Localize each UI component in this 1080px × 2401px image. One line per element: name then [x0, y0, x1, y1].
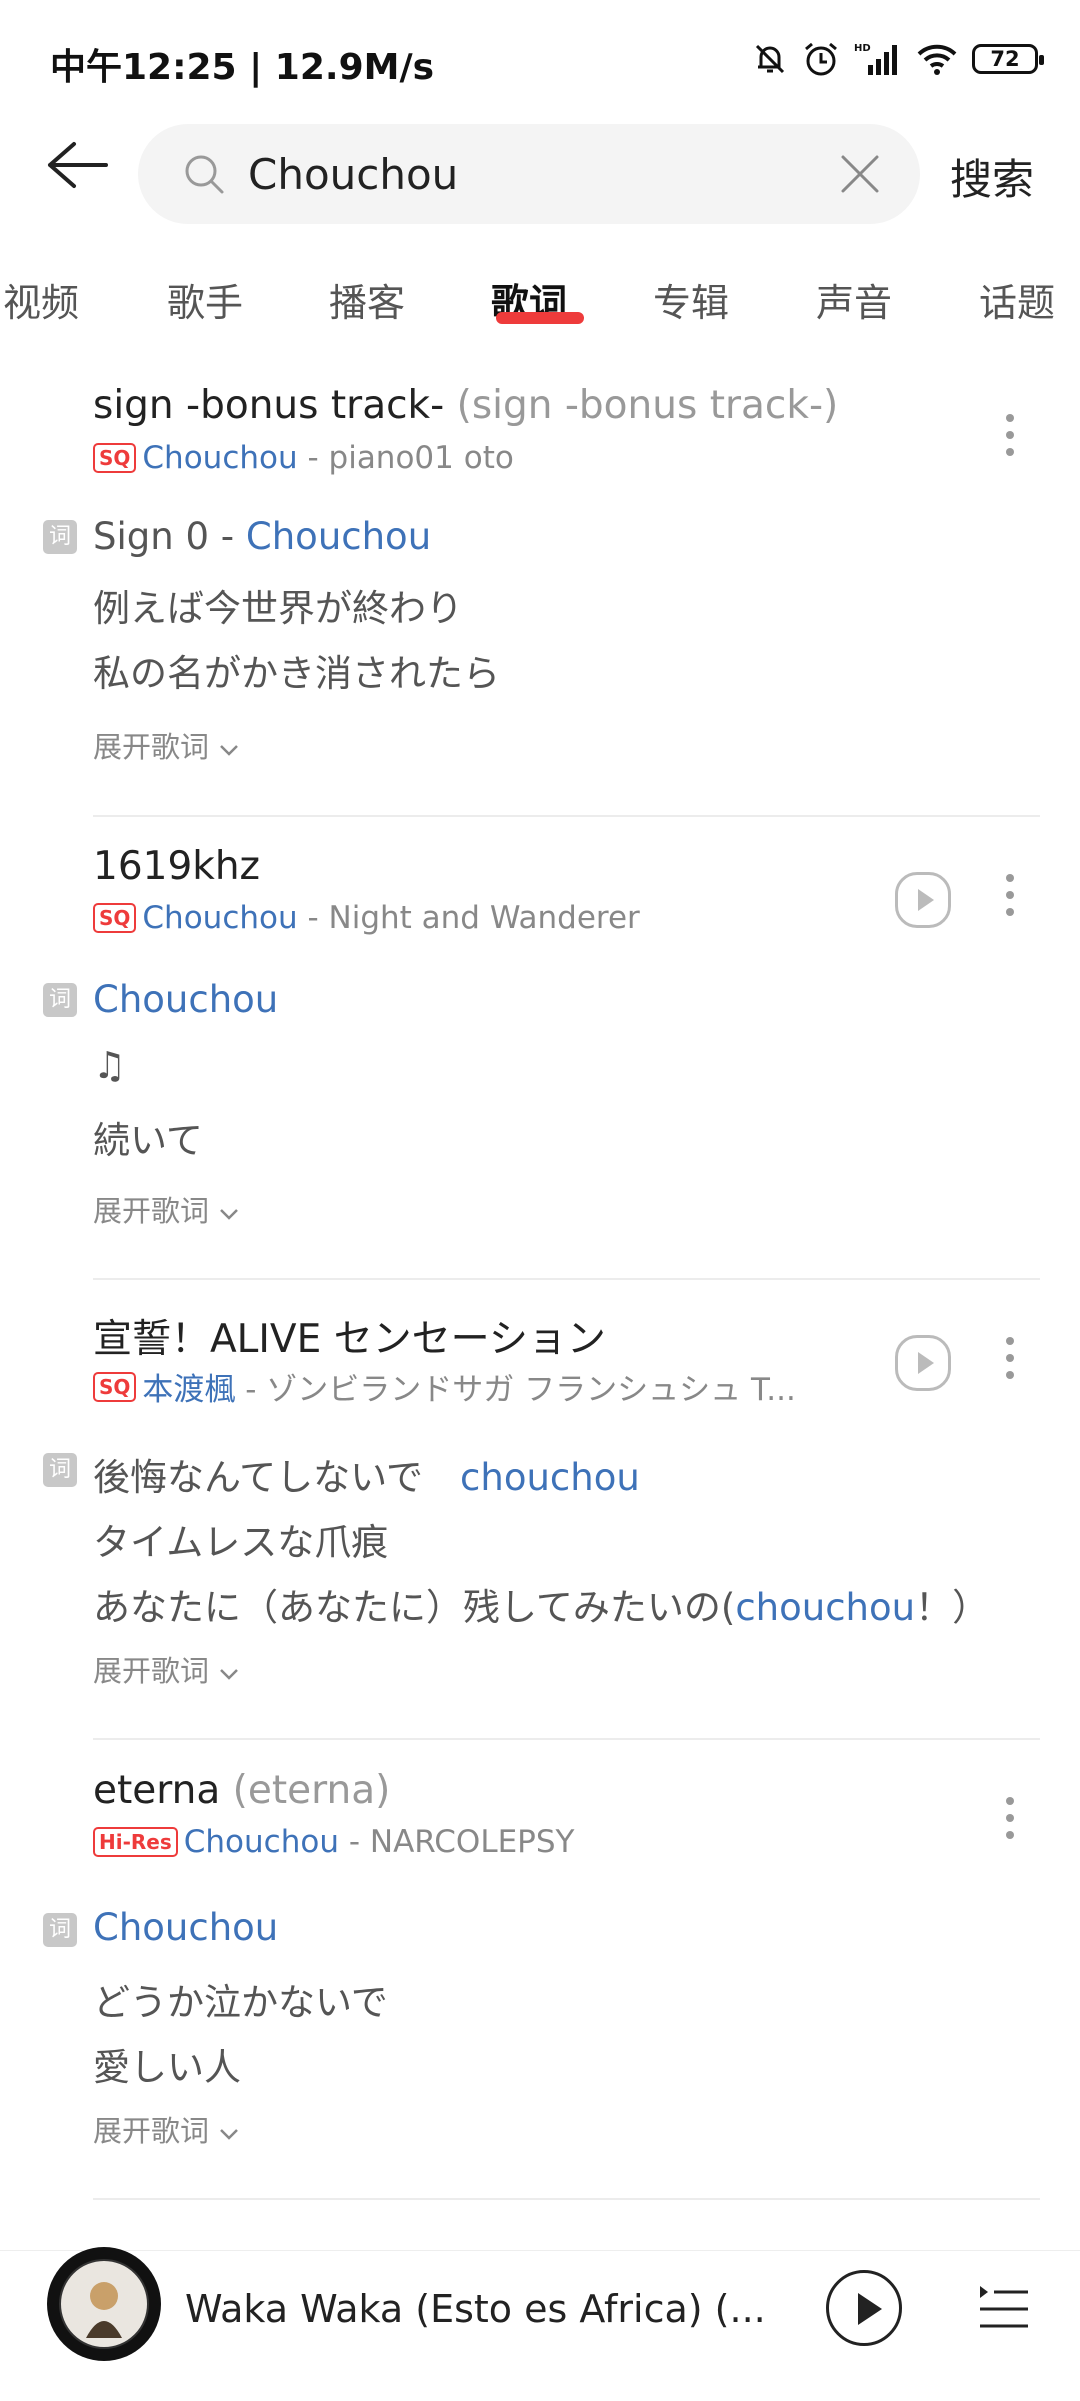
more-button[interactable] [1005, 1337, 1015, 1388]
status-icons: HD 72 [752, 40, 1044, 78]
song-meta: SQ 本渡楓 - ゾンビランドサガ フランシュシュ T... [93, 1364, 796, 1409]
artist-link[interactable]: 本渡楓 [142, 1364, 235, 1409]
divider [93, 815, 1040, 817]
status-time: 中午12:25 | 12.9M/s [50, 47, 435, 88]
expand-lyrics-button[interactable]: 展开歌词 [93, 1648, 240, 1690]
album-art-disc[interactable] [46, 2246, 162, 2362]
song-meta: SQ Chouchou - Night and Wanderer [93, 900, 640, 936]
back-button[interactable] [44, 140, 114, 210]
divider [93, 2198, 1040, 2200]
album-name: - piano01 oto [307, 440, 514, 476]
divider [93, 1738, 1040, 1740]
chevron-down-icon [220, 1669, 239, 1680]
lyric-line: 例えば今世界が終わり [93, 587, 463, 630]
lyric-line: タイムレスな爪痕 [93, 1521, 389, 1564]
more-button[interactable] [1005, 414, 1015, 465]
expand-lyrics-button[interactable]: 展开歌词 [93, 2108, 240, 2150]
close-icon [841, 155, 879, 193]
battery-icon: 72 [972, 44, 1044, 74]
tab-singer[interactable]: 歌手 [167, 272, 243, 327]
lyric-line: どうか泣かないで [93, 1981, 388, 2024]
chevron-down-icon [220, 2129, 239, 2140]
active-tab-indicator [496, 312, 584, 324]
playlist-icon[interactable] [976, 2282, 1032, 2334]
arrow-left-icon [48, 142, 108, 188]
lyric-line: 愛しい人 [93, 2046, 241, 2089]
now-playing-title[interactable]: Waka Waka (Esto es Africa) (... [185, 2287, 766, 2331]
quality-badge: SQ [93, 443, 137, 473]
wifi-icon [917, 44, 957, 75]
lyric-badge: 词 [43, 1453, 77, 1487]
lyric-line: Sign 0 - Chouchou [93, 515, 432, 558]
expand-lyrics-button[interactable]: 展开歌词 [93, 724, 240, 766]
album-name: - ゾンビランドサガ フランシュシュ T... [245, 1372, 796, 1408]
song-title[interactable]: sign -bonus track- (sign -bonus track-) [93, 383, 838, 428]
artist-link[interactable]: Chouchou [142, 440, 297, 476]
expand-lyrics-button[interactable]: 展开歌词 [93, 1188, 240, 1230]
signal-icon: HD [854, 43, 897, 75]
lyric-line: 続いて [93, 1119, 203, 1162]
quality-badge: Hi-Res [93, 1827, 178, 1857]
quality-badge: SQ [93, 903, 137, 933]
lyric-line: あなたに（あなたに）残してみたいの(chouchou！） [93, 1586, 990, 1629]
lyric-badge: 词 [43, 983, 77, 1017]
lyric-badge: 词 [43, 1913, 77, 1947]
tab-topic[interactable]: 话题 [979, 272, 1055, 327]
play-video-button[interactable] [895, 1335, 951, 1391]
lyric-line: Chouchou [93, 978, 279, 1021]
more-button[interactable] [1005, 1797, 1015, 1848]
search-icon [185, 155, 224, 194]
quality-badge: SQ [93, 1371, 137, 1402]
svg-text:HD: HD [854, 43, 871, 54]
bell-off-icon [755, 44, 785, 74]
song-title[interactable]: 宣誓！ALIVE センセーション [93, 1308, 606, 1364]
song-meta: Hi-Res Chouchou - NARCOLEPSY [93, 1824, 575, 1860]
tab-video[interactable]: 视频 [3, 272, 79, 327]
artist-link[interactable]: Chouchou [184, 1824, 339, 1860]
search-query[interactable]: Chouchou [248, 150, 458, 199]
lyric-line: 後悔なんてしないで chouchou [93, 1456, 640, 1499]
artist-link[interactable]: Chouchou [142, 900, 297, 936]
tab-sound[interactable]: 声音 [816, 272, 892, 327]
album-name: - Night and Wanderer [307, 900, 640, 936]
alarm-icon [805, 42, 837, 76]
chevron-down-icon [220, 1209, 239, 1220]
lyric-badge: 词 [43, 520, 77, 554]
search-input[interactable]: Chouchou [138, 124, 920, 224]
lyric-line: 私の名がかき消されたら [93, 652, 500, 695]
chevron-down-icon [220, 745, 239, 756]
tab-album[interactable]: 专辑 [653, 272, 729, 327]
lyric-line: Chouchou [93, 1906, 279, 1949]
play-button[interactable] [826, 2270, 902, 2346]
divider [93, 1278, 1040, 1280]
lyric-line: ♫ [93, 1044, 127, 1087]
play-video-button[interactable] [895, 872, 951, 928]
song-title[interactable]: eterna (eterna) [93, 1768, 390, 1813]
status-bar: 中午12:25 | 12.9M/s HD 72 [0, 0, 1080, 120]
song-meta: SQ Chouchou - piano01 oto [93, 440, 514, 476]
song-title[interactable]: 1619khz [93, 844, 260, 889]
more-button[interactable] [1005, 874, 1015, 925]
tab-podcast[interactable]: 播客 [329, 272, 405, 327]
search-button[interactable]: 搜索 [950, 146, 1034, 207]
album-name: - NARCOLEPSY [348, 1824, 575, 1860]
